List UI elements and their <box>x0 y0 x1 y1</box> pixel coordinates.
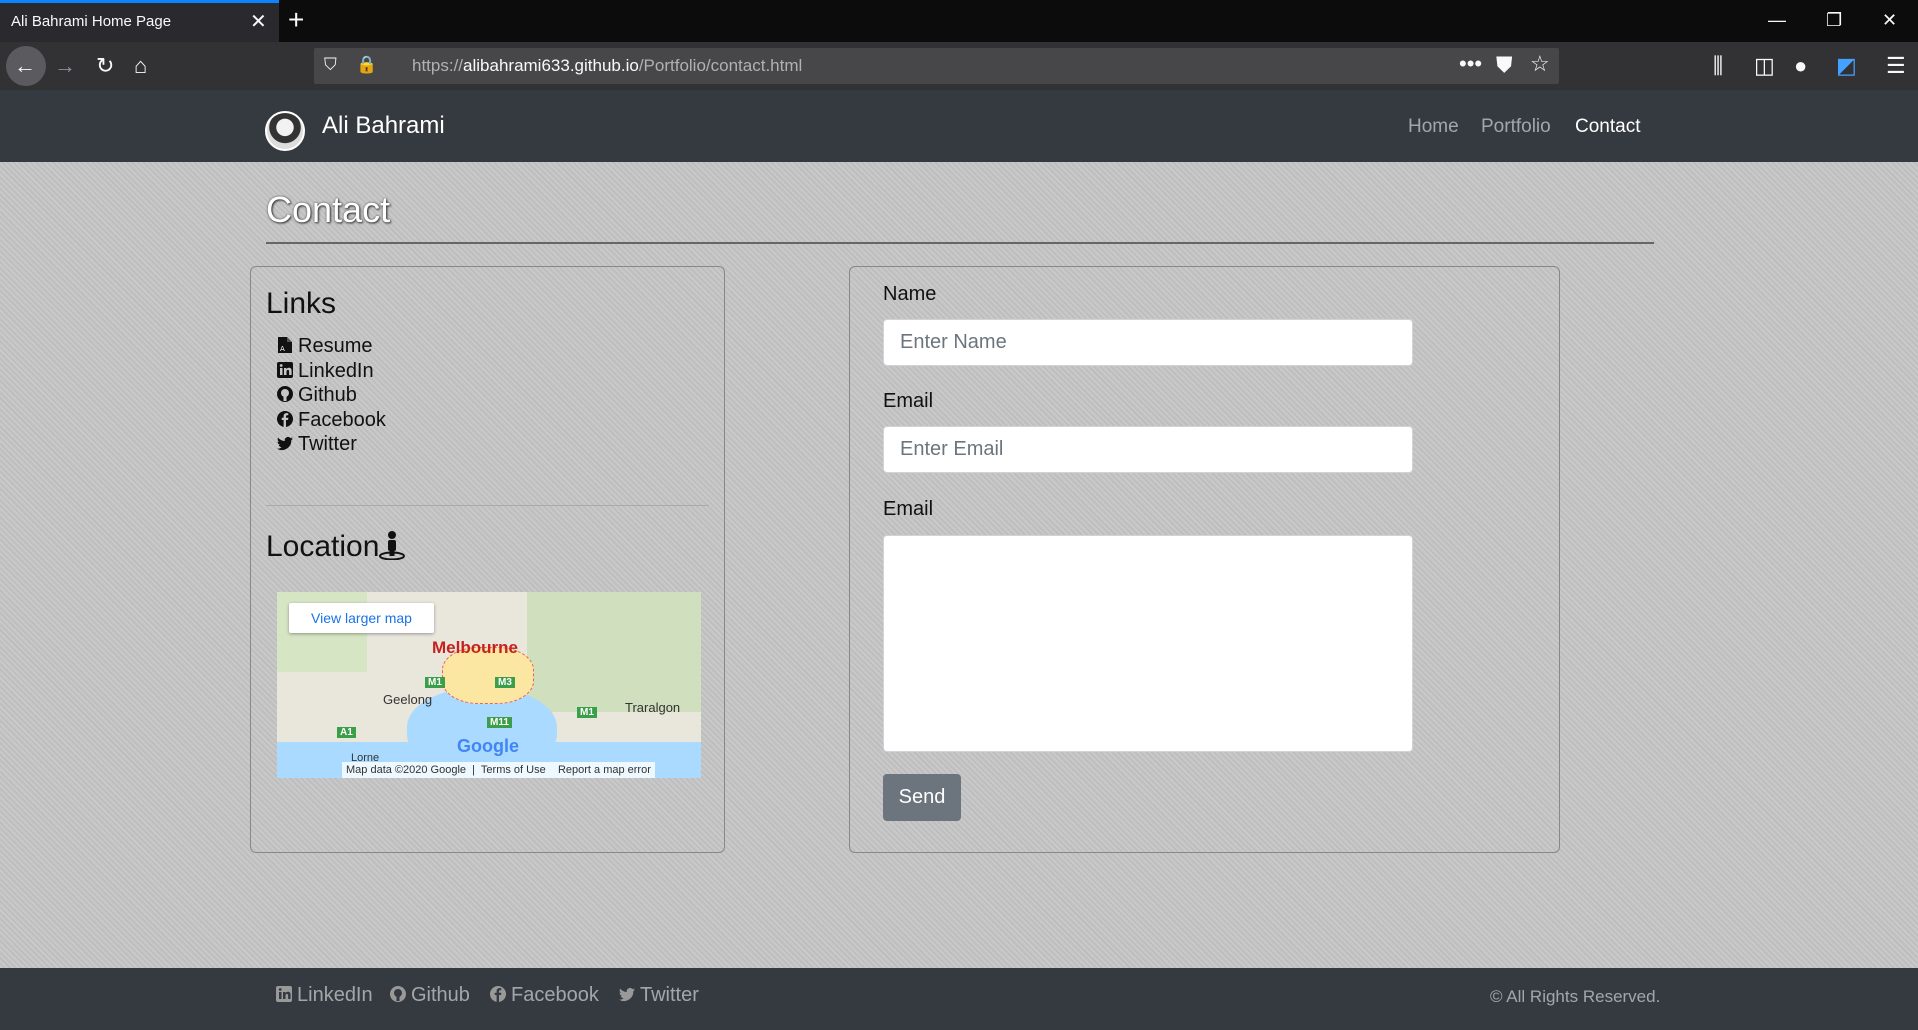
map-road-label: M1 <box>577 707 597 718</box>
section-divider <box>266 505 709 506</box>
url-text[interactable]: https://alibahrami633.github.io/Portfoli… <box>412 56 802 76</box>
github-icon <box>390 986 406 1002</box>
embedded-map[interactable]: View larger map Melbourne Geelong Traral… <box>277 592 701 778</box>
footer-twitter-link[interactable]: Twitter <box>619 984 699 1007</box>
site-footer: LinkedIn Github Facebook Twitter © All R… <box>0 968 1918 1030</box>
title-divider <box>266 242 1654 244</box>
facebook-icon <box>277 411 293 427</box>
map-road-label: M11 <box>487 717 512 728</box>
url-bar[interactable]: ⛉ 🔒 https://alibahrami633.github.io/Port… <box>314 48 1559 84</box>
report-map-error-link[interactable]: Report a map error <box>558 764 651 776</box>
google-logo: Google <box>457 736 519 756</box>
page-actions-icon[interactable]: ••• <box>1459 50 1482 78</box>
new-tab-icon[interactable]: + <box>288 4 304 36</box>
map-road-label: M1 <box>425 677 445 688</box>
footer-linkedin-link[interactable]: LinkedIn <box>276 984 373 1007</box>
facebook-icon <box>490 986 506 1002</box>
site-navbar: Ali Bahrami Home Portfolio Contact <box>0 90 1918 162</box>
twitter-icon <box>619 987 635 1002</box>
linkedin-icon <box>277 362 293 378</box>
email-input[interactable] <box>883 426 1413 473</box>
link-twitter[interactable]: Twitter <box>277 433 357 456</box>
reload-icon[interactable]: ↻ <box>96 52 114 80</box>
extension-icon[interactable]: ◩ <box>1836 52 1857 80</box>
browser-tab-bar: Ali Bahrami Home Page ✕ + — ❐ ✕ <box>0 0 1918 42</box>
restore-icon[interactable]: ❐ <box>1826 8 1842 32</box>
page-title: Contact <box>266 189 391 230</box>
close-window-icon[interactable]: ✕ <box>1882 8 1897 32</box>
avatar[interactable] <box>265 111 305 151</box>
nav-contact[interactable]: Contact <box>1575 116 1640 138</box>
message-textarea[interactable] <box>883 535 1413 752</box>
message-label: Email <box>883 498 934 520</box>
tab-title: Ali Bahrami Home Page <box>11 13 172 30</box>
street-view-icon <box>379 531 406 560</box>
link-github[interactable]: Github <box>277 384 357 407</box>
library-icon[interactable]: ⫼ <box>1713 52 1723 80</box>
linkedin-icon <box>276 986 292 1002</box>
github-icon <box>277 386 293 402</box>
send-button[interactable]: Send <box>883 774 961 821</box>
back-arrow-icon[interactable]: ← <box>14 52 36 80</box>
nav-home[interactable]: Home <box>1408 116 1459 138</box>
map-road-label: M3 <box>495 677 515 688</box>
pocket-icon[interactable]: ⛊ <box>1496 51 1513 79</box>
name-input[interactable] <box>883 319 1413 366</box>
map-terrain <box>527 592 701 712</box>
pdf-file-icon: A <box>278 337 292 353</box>
terms-link[interactable]: Terms of Use <box>481 764 546 776</box>
svg-text:A: A <box>280 345 285 353</box>
map-attribution: Map data ©2020 Google | Terms of Use Rep… <box>342 762 655 778</box>
account-icon[interactable]: ● <box>1794 52 1807 80</box>
footer-github-link[interactable]: Github <box>390 984 470 1007</box>
menu-icon[interactable]: ☰ <box>1886 52 1906 80</box>
map-data-text: Map data ©2020 Google <box>346 764 467 776</box>
browser-toolbar: ← → ↻ ⌂ ⛉ 🔒 https://alibahrami633.github… <box>0 42 1918 90</box>
nav-portfolio[interactable]: Portfolio <box>1481 116 1551 138</box>
map-place-label: Geelong <box>383 692 433 707</box>
shield-icon[interactable]: ⛉ <box>324 51 337 79</box>
footer-facebook-link[interactable]: Facebook <box>490 984 599 1007</box>
map-place-label: Traralgon <box>625 700 681 715</box>
bookmark-star-icon[interactable]: ☆ <box>1530 50 1550 78</box>
home-icon[interactable]: ⌂ <box>134 52 147 80</box>
copyright-text: © All Rights Reserved. <box>1490 987 1661 1006</box>
contact-form-card: Name Email Email Send <box>849 266 1560 853</box>
page-body: Ali Bahrami Home Portfolio Contact Conta… <box>0 90 1918 1030</box>
links-card: Links A Resume LinkedIn Github Facebook T… <box>250 266 725 853</box>
link-resume[interactable]: A Resume <box>277 335 372 358</box>
map-road-label: A1 <box>337 727 356 738</box>
map-city-label: Melbourne <box>432 638 518 657</box>
link-facebook[interactable]: Facebook <box>277 409 386 432</box>
location-heading: Location <box>266 530 406 564</box>
twitter-icon <box>277 436 293 451</box>
email-label: Email <box>883 390 934 412</box>
forward-arrow-icon[interactable]: → <box>54 52 76 80</box>
close-tab-icon[interactable]: ✕ <box>250 10 267 34</box>
browser-tab[interactable]: Ali Bahrami Home Page ✕ <box>0 0 279 42</box>
name-label: Name <box>883 283 937 305</box>
view-larger-map-button[interactable]: View larger map <box>289 603 434 633</box>
link-linkedin[interactable]: LinkedIn <box>277 360 374 383</box>
sidebar-icon[interactable]: ◫ <box>1754 52 1775 80</box>
links-heading: Links <box>266 287 337 320</box>
lock-icon[interactable]: 🔒 <box>356 51 377 79</box>
brand-name[interactable]: Ali Bahrami <box>322 112 445 140</box>
minimize-icon[interactable]: — <box>1768 8 1786 32</box>
